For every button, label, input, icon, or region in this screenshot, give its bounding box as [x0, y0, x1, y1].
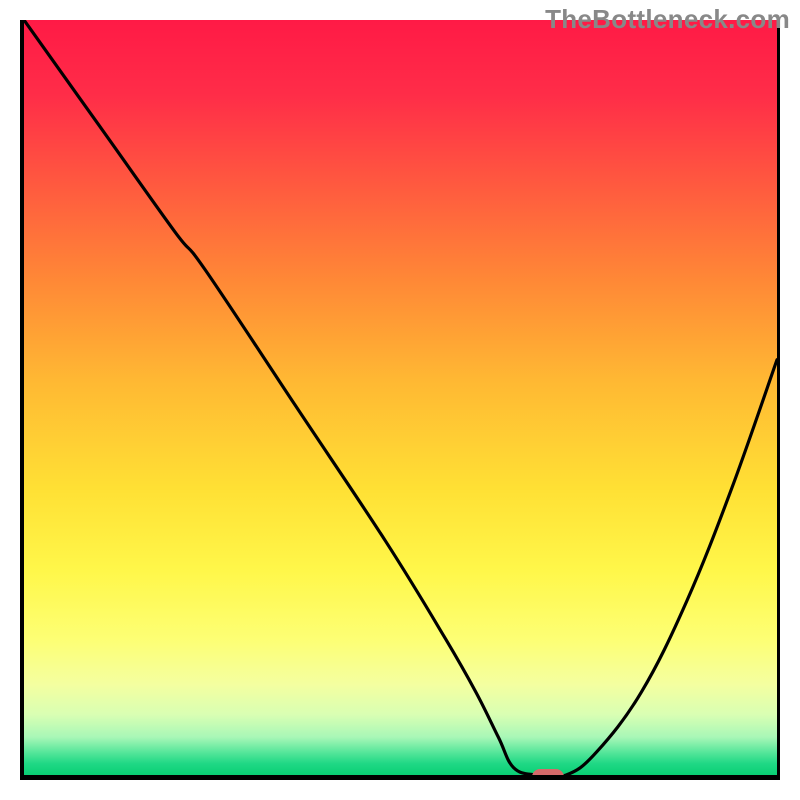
plot-area	[20, 20, 780, 780]
watermark-text: TheBottleneck.com	[545, 4, 790, 35]
bottleneck-curve-path	[24, 20, 777, 775]
bottleneck-chart: TheBottleneck.com	[0, 0, 800, 800]
curve-svg	[24, 20, 777, 775]
optimal-marker	[532, 769, 564, 780]
